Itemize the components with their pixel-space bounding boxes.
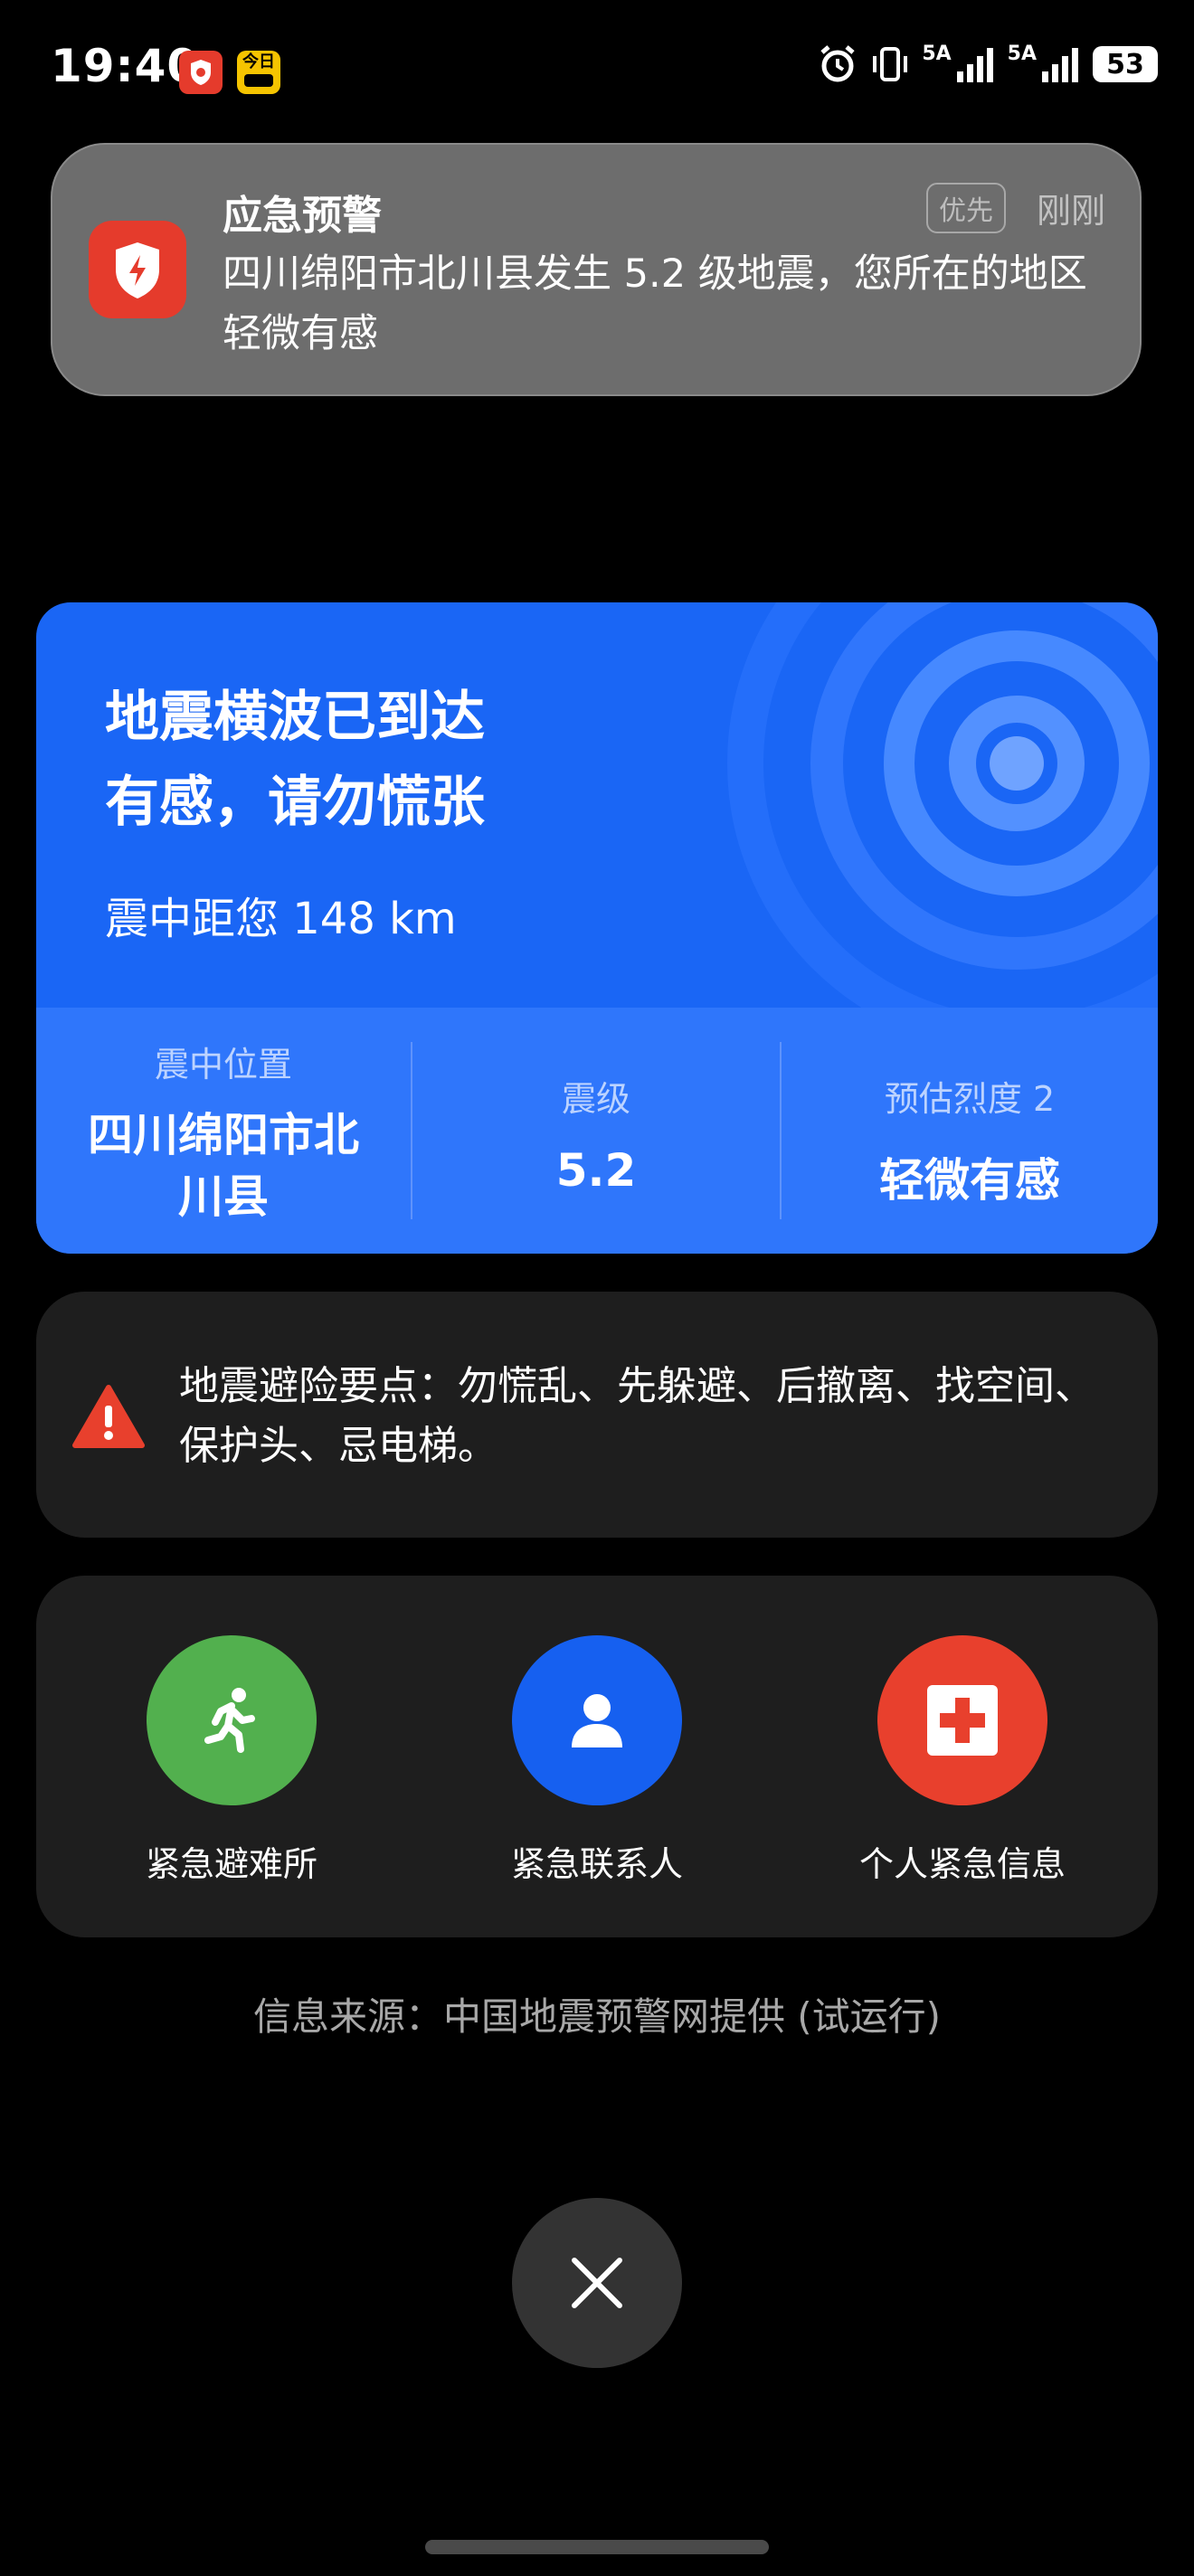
notification-title: 应急预警 bbox=[223, 193, 382, 239]
personal-emergency-info-button[interactable]: 个人紧急信息 bbox=[791, 1635, 1134, 1886]
epicenter-value-line2: 川县 bbox=[178, 1170, 269, 1223]
epicenter-value: 四川绵阳市北 川县 bbox=[36, 1104, 411, 1227]
person-icon bbox=[572, 1694, 622, 1747]
emergency-shelter-button[interactable]: 紧急避难所 bbox=[60, 1635, 403, 1886]
epicenter-distance: 震中距您 148 km bbox=[105, 894, 457, 944]
emergency-alert-app-icon bbox=[89, 221, 186, 318]
safety-tips-text: 地震避险要点：勿慌乱、先躲避、后撤离、找空间、保护头、忌电梯。 bbox=[179, 1363, 1094, 1469]
personal-emergency-info-label: 个人紧急信息 bbox=[858, 1844, 1066, 1884]
emergency-contact-circle[interactable] bbox=[512, 1635, 682, 1805]
epicenter-column: 震中位置 四川绵阳市北 川县 bbox=[36, 1037, 411, 1227]
close-icon bbox=[572, 2258, 622, 2308]
news-app-icon-text: 今日 bbox=[242, 52, 275, 71]
quake-headline-line2: 有感，请勿慌张 bbox=[105, 771, 485, 834]
epicenter-value-line1: 四川绵阳市北 bbox=[88, 1109, 359, 1161]
close-button[interactable] bbox=[512, 2198, 682, 2368]
battery-icon: 53 bbox=[1093, 46, 1158, 82]
notification-body: 四川绵阳市北川县发生 5.2 级地震，您所在的地区轻微有感 bbox=[223, 251, 1087, 356]
intensity-value: 轻微有感 bbox=[879, 1154, 1060, 1207]
intensity-column: 预估烈度 2 轻微有感 bbox=[782, 1071, 1158, 1209]
info-source: 信息来源：中国地震预警网提供 (试运行) bbox=[252, 1994, 942, 2039]
status-icons: 5A 5A 53 bbox=[817, 43, 1158, 85]
signal-bars-icon bbox=[956, 48, 993, 82]
emergency-contact-label: 紧急联系人 bbox=[510, 1844, 683, 1884]
network-type-1: 5A bbox=[922, 43, 952, 65]
warning-icon bbox=[72, 1385, 145, 1448]
emergency-actions-card: 紧急避难所 紧急联系人 个人紧急信息 bbox=[36, 1576, 1158, 1937]
intensity-label: 预估烈度 2 bbox=[884, 1079, 1056, 1119]
personal-emergency-info-circle[interactable] bbox=[877, 1635, 1047, 1805]
emergency-contact-button[interactable]: 紧急联系人 bbox=[425, 1635, 769, 1886]
battery-level: 53 bbox=[1106, 48, 1144, 80]
magnitude-value: 5.2 bbox=[555, 1144, 637, 1197]
quake-headline: 地震横波已到达 有感，请勿慌张 bbox=[105, 675, 485, 845]
ripple-icon bbox=[727, 602, 1158, 1053]
news-app-icon: 今日 bbox=[237, 51, 280, 94]
network-type-2: 5A bbox=[1007, 43, 1037, 65]
priority-badge: 优先 bbox=[926, 183, 1006, 233]
magnitude-label: 震级 bbox=[561, 1079, 630, 1119]
medical-cross-icon bbox=[927, 1685, 998, 1756]
signal-bars-icon bbox=[1042, 48, 1078, 82]
home-indicator[interactable] bbox=[425, 2540, 769, 2554]
epicenter-label: 震中位置 bbox=[154, 1045, 292, 1084]
safety-tips-card: 地震避险要点：勿慌乱、先躲避、后撤离、找空间、保护头、忌电梯。 bbox=[36, 1292, 1158, 1538]
magnitude-column: 震级 5.2 bbox=[412, 1071, 780, 1197]
signal-1: 5A bbox=[922, 44, 996, 84]
earthquake-info-card: 地震横波已到达 有感，请勿慌张 震中距您 148 km 震中位置 四川绵阳市北 … bbox=[36, 602, 1158, 1254]
emergency-notification[interactable]: 应急预警 优先 刚刚 四川绵阳市北川县发生 5.2 级地震，您所在的地区轻微有感 bbox=[51, 143, 1142, 396]
emergency-shelter-label: 紧急避难所 bbox=[145, 1844, 317, 1884]
notification-time: 刚刚 bbox=[1036, 191, 1105, 231]
signal-2: 5A bbox=[1008, 44, 1082, 84]
status-time: 19:40 bbox=[51, 40, 200, 92]
emergency-shelter-circle[interactable] bbox=[147, 1635, 317, 1805]
security-app-icon bbox=[179, 51, 223, 94]
quake-headline-line1: 地震横波已到达 bbox=[105, 686, 485, 749]
vibrate-icon bbox=[873, 47, 908, 81]
running-person-icon bbox=[204, 1688, 255, 1753]
alarm-icon bbox=[820, 45, 855, 82]
